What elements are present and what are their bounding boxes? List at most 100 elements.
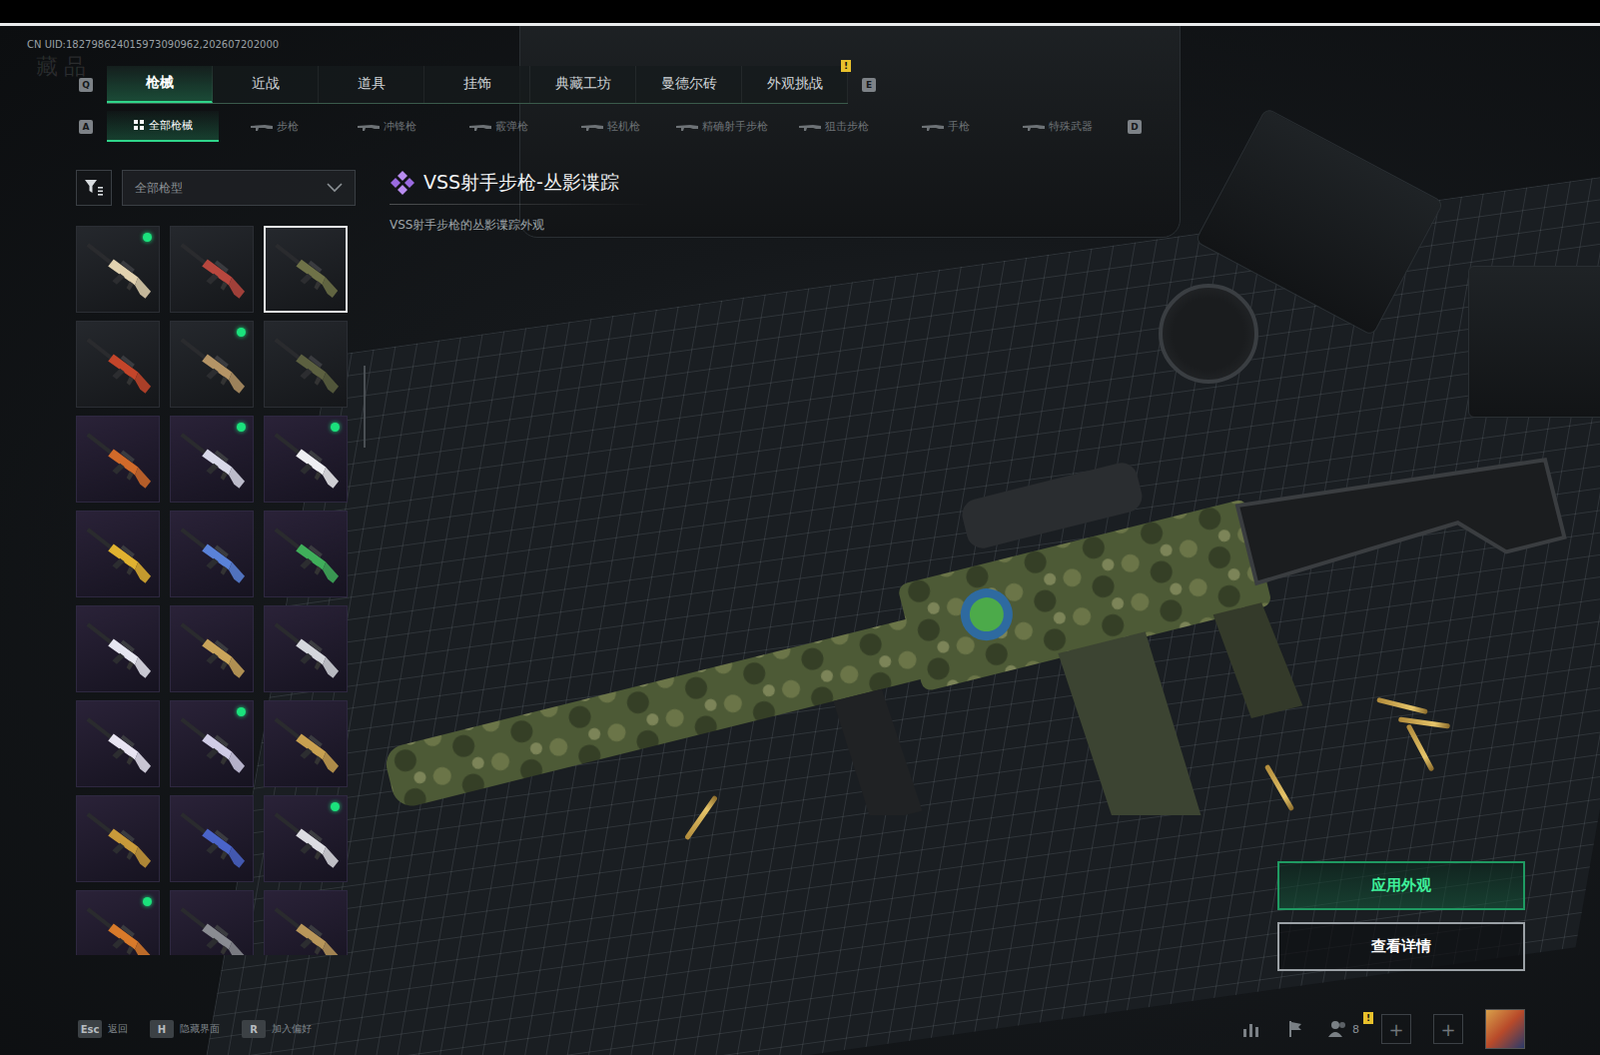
alert-badge: ! xyxy=(840,59,851,72)
subtab[interactable]: 狙击步枪 xyxy=(778,110,890,142)
skin-card[interactable] xyxy=(263,320,348,408)
skin-card[interactable] xyxy=(263,510,348,598)
subtab[interactable]: 霰弹枪 xyxy=(442,110,555,142)
tab-bar: 枪械 近战 道具 挂饰 典藏工坊 曼德尔砖外观挑战! xyxy=(106,65,848,104)
subtab[interactable]: 手枪 xyxy=(889,110,1002,142)
skin-card[interactable] xyxy=(169,795,254,882)
skin-card[interactable] xyxy=(75,225,160,313)
gun-type-dropdown[interactable]: 全部枪型 xyxy=(121,169,356,206)
skin-card[interactable] xyxy=(263,889,348,955)
new-dot xyxy=(236,422,246,432)
tab-label: 枪械 xyxy=(145,73,174,92)
subtab-label: 手枪 xyxy=(947,118,970,134)
skin-card[interactable] xyxy=(263,225,348,313)
new-dot xyxy=(330,422,340,432)
skin-card[interactable] xyxy=(169,889,254,955)
skin-card[interactable] xyxy=(263,795,348,882)
key-hint[interactable]: D xyxy=(1127,119,1142,134)
skin-card[interactable] xyxy=(75,510,160,598)
skin-card[interactable] xyxy=(169,605,254,693)
tab[interactable]: 曼德尔砖 xyxy=(636,65,743,103)
rifle-thumbnail-icon xyxy=(170,714,253,775)
subtab-label: 霰弹枪 xyxy=(495,118,529,134)
content: CN UID:182798624015973090962,20260720200… xyxy=(0,25,1600,1055)
gun-icon xyxy=(799,122,821,131)
stats-button[interactable] xyxy=(1240,1017,1263,1040)
tab-label: 典藏工坊 xyxy=(555,74,612,93)
flag-icon xyxy=(1286,1019,1305,1038)
rifle-thumbnail-icon xyxy=(76,714,159,775)
skin-card[interactable] xyxy=(169,510,254,598)
alert-badge: ! xyxy=(1363,1011,1374,1024)
skin-title: VSS射手步枪-丛影谍踪 xyxy=(423,169,620,196)
skin-card[interactable] xyxy=(75,700,160,788)
stage: CN UID:182798624015973090962,20260720200… xyxy=(0,25,1600,1055)
view-details-button[interactable]: 查看详情 xyxy=(1277,921,1526,971)
key-hint-item[interactable]: H隐藏界面 xyxy=(149,1019,220,1038)
skin-card[interactable] xyxy=(75,415,160,503)
gun-icon xyxy=(357,122,380,131)
tab[interactable]: 枪械 xyxy=(106,65,213,103)
skin-card[interactable] xyxy=(169,415,254,503)
subtab-row: A 全部枪械步枪 冲锋枪 霰弹枪 轻机枪精确射手步枪 狙击步枪 手枪 特殊武器 D xyxy=(0,110,1600,142)
skin-description: VSS射手步枪的丛影谍踪外观 xyxy=(389,216,1526,234)
flag-button[interactable] xyxy=(1284,1017,1307,1040)
skin-card[interactable] xyxy=(169,320,254,408)
rifle-thumbnail-icon xyxy=(76,239,159,300)
tab[interactable]: 近战 xyxy=(212,65,319,103)
key-hint-item[interactable]: R加入偏好 xyxy=(241,1019,312,1038)
scrollbar[interactable] xyxy=(363,365,366,448)
gun-icon xyxy=(1022,122,1045,131)
team-slot[interactable]: + xyxy=(1381,1013,1412,1044)
bullet xyxy=(1398,716,1451,729)
key-hint[interactable]: A xyxy=(78,119,93,134)
tab-label: 挂饰 xyxy=(463,74,492,93)
subtab[interactable]: 冲锋枪 xyxy=(330,110,443,142)
skin-card[interactable] xyxy=(75,889,160,955)
tab[interactable]: 外观挑战! xyxy=(742,65,848,103)
skin-card[interactable] xyxy=(263,605,348,693)
cutting-mat xyxy=(190,160,1600,1055)
subtab[interactable]: 轻机枪 xyxy=(554,110,667,142)
skin-card[interactable] xyxy=(75,320,160,408)
team-slot[interactable]: + xyxy=(1433,1013,1464,1044)
key-hint[interactable]: E xyxy=(861,77,876,92)
filter-button[interactable] xyxy=(75,169,112,206)
skin-card[interactable] xyxy=(263,700,348,788)
skin-detail: VSS射手步枪-丛影谍踪 VSS射手步枪的丛影谍踪外观 xyxy=(389,169,1526,234)
people-icon xyxy=(1328,1019,1349,1038)
tab-row: Q 枪械 近战 道具 挂饰 典藏工坊 曼德尔砖外观挑战! E xyxy=(0,65,1600,103)
tab[interactable]: 道具 xyxy=(318,65,425,103)
skin-card[interactable] xyxy=(169,225,254,313)
title-line: VSS射手步枪-丛影谍踪 xyxy=(389,169,660,205)
rifle-thumbnail-icon xyxy=(76,903,159,956)
grid-icon xyxy=(133,119,145,131)
key-hint-item[interactable]: Esc返回 xyxy=(77,1019,128,1038)
subtab[interactable]: 精确射手步枪 xyxy=(666,110,779,142)
apply-skin-button[interactable]: 应用外观 xyxy=(1277,860,1526,910)
subtab[interactable]: 特殊武器 xyxy=(1001,110,1114,142)
subtab[interactable]: 全部枪械 xyxy=(106,110,219,142)
key-cap: Esc xyxy=(77,1019,102,1038)
friends-button[interactable]: 8! xyxy=(1328,1019,1360,1038)
skin-card[interactable] xyxy=(263,415,348,503)
skin-card[interactable] xyxy=(75,605,160,693)
skin-card[interactable] xyxy=(169,700,254,788)
subtab-label: 冲锋枪 xyxy=(383,118,417,134)
subtab[interactable]: 步枪 xyxy=(218,110,331,142)
subtab-label: 狙击步枪 xyxy=(824,118,869,134)
subtab-bar: 全部枪械步枪 冲锋枪 霰弹枪 轻机枪精确射手步枪 狙击步枪 手枪 特殊武器 xyxy=(106,110,1114,142)
player-avatar[interactable] xyxy=(1485,1008,1526,1049)
hint-label: 加入偏好 xyxy=(271,1021,312,1036)
tab[interactable]: 挂饰 xyxy=(424,65,531,103)
skin-card[interactable] xyxy=(75,795,160,882)
rifle-thumbnail-icon xyxy=(170,429,253,490)
page-watermark: 藏品 xyxy=(35,54,92,79)
tab-label: 道具 xyxy=(357,74,386,93)
tab[interactable]: 典藏工坊 xyxy=(530,65,637,103)
bottom-bar: Esc返回 H隐藏界面 R加入偏好 8! + + xyxy=(0,1008,1600,1049)
rifle-thumbnail-icon xyxy=(76,808,159,869)
rifle-thumbnail-icon xyxy=(170,808,253,869)
skin-panel: 全部枪型 xyxy=(75,169,356,1009)
key-hint[interactable]: Q xyxy=(78,77,93,92)
